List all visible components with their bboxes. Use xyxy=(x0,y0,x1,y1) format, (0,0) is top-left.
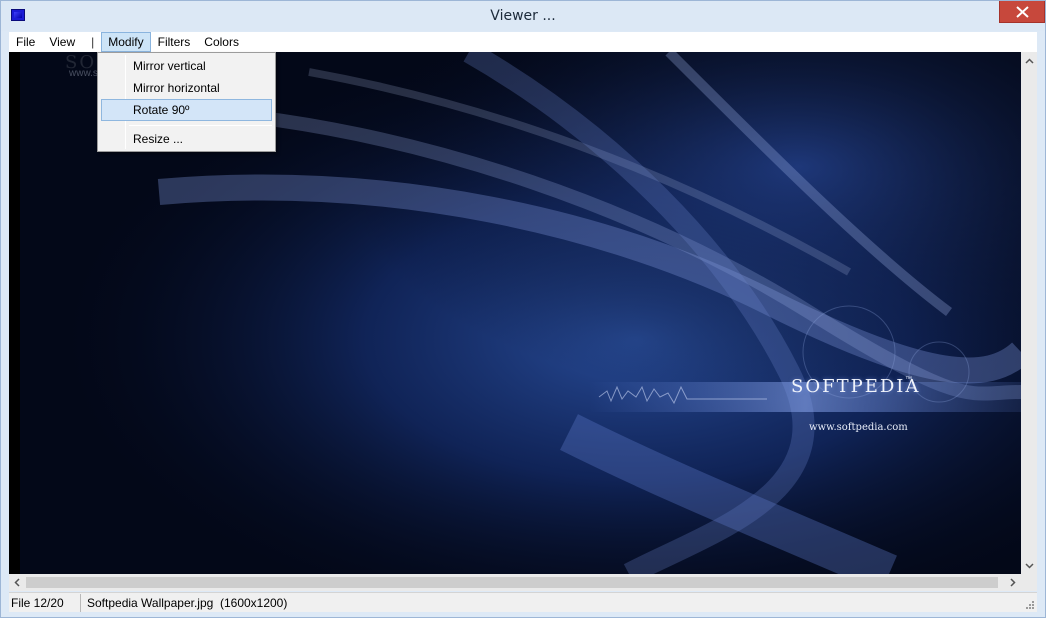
modify-dropdown-menu: Mirror vertical Mirror horizontal Rotate… xyxy=(97,52,276,152)
menu-separator: | xyxy=(91,35,95,49)
image-brand-text: SOFTPEDIA xyxy=(791,376,921,397)
viewer-window: Viewer ... File View | Modify Filters Co… xyxy=(0,0,1046,618)
menu-item-mirror-vertical[interactable]: Mirror vertical xyxy=(101,55,272,77)
chevron-down-icon xyxy=(1024,562,1034,569)
image-brand-url: www.softpedia.com xyxy=(809,422,908,433)
menu-colors[interactable]: Colors xyxy=(197,32,246,52)
close-icon xyxy=(1016,6,1029,18)
scroll-down-button[interactable] xyxy=(1021,557,1037,574)
scrollbar-corner xyxy=(1021,574,1037,591)
title-bar[interactable]: Viewer ... xyxy=(1,1,1045,31)
scroll-up-button[interactable] xyxy=(1021,52,1037,69)
image-left-border xyxy=(9,52,20,574)
chevron-left-icon xyxy=(14,578,20,587)
horizontal-scrollbar[interactable] xyxy=(9,574,1021,591)
menu-modify[interactable]: Modify xyxy=(101,32,151,52)
menu-item-mirror-horizontal[interactable]: Mirror horizontal xyxy=(101,77,272,99)
scroll-right-button[interactable] xyxy=(1005,574,1021,591)
menu-filters[interactable]: Filters xyxy=(151,32,198,52)
chevron-up-icon xyxy=(1024,57,1034,64)
menu-separator-line xyxy=(129,125,272,126)
status-file-index: File 12/20 xyxy=(9,593,81,612)
horizontal-scroll-thumb[interactable] xyxy=(26,577,998,588)
menu-view[interactable]: View xyxy=(42,32,82,52)
status-bar: File 12/20 Softpedia Wallpaper.jpg (1600… xyxy=(9,592,1037,612)
menu-item-resize[interactable]: Resize ... xyxy=(101,128,272,150)
status-file-info: Softpedia Wallpaper.jpg (1600x1200) xyxy=(87,595,288,610)
scroll-left-button[interactable] xyxy=(9,574,25,591)
resize-grip-icon[interactable] xyxy=(1025,600,1035,610)
chevron-right-icon xyxy=(1010,578,1016,587)
menu-item-rotate-90[interactable]: Rotate 90º xyxy=(101,99,272,121)
menu-bar: File View | Modify Filters Colors xyxy=(9,32,1037,52)
menu-file[interactable]: File xyxy=(9,32,42,52)
close-button[interactable] xyxy=(999,1,1045,23)
window-title: Viewer ... xyxy=(490,8,556,24)
vertical-scrollbar[interactable] xyxy=(1021,52,1037,574)
image-brand-trademark: ™ xyxy=(905,376,912,383)
